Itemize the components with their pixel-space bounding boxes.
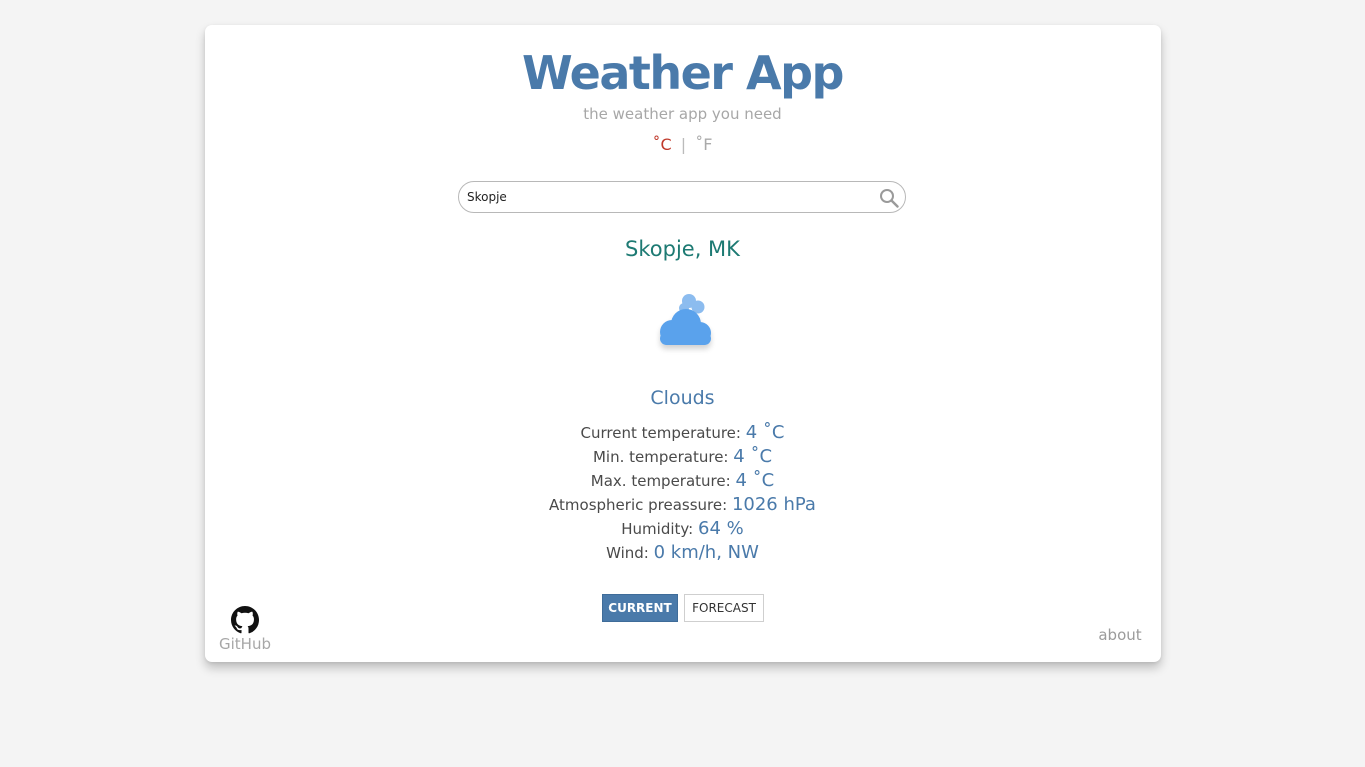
- unit-separator: |: [680, 135, 687, 154]
- city-name: Skopje, MK: [625, 237, 740, 261]
- forecast-button[interactable]: FORECAST: [684, 594, 764, 622]
- stat-min-temperature: Min. temperature: 4 ˚C: [0, 445, 1365, 469]
- stat-label: Current temperature:: [580, 424, 741, 442]
- current-button[interactable]: CURRENT: [602, 594, 678, 622]
- search-box: [458, 181, 906, 213]
- stat-label: Humidity:: [621, 520, 694, 538]
- stat-wind: Wind: 0 km/h, NW: [0, 541, 1365, 565]
- stat-label: Min. temperature:: [592, 448, 729, 466]
- stat-value: 4 ˚C: [745, 422, 785, 443]
- github-link[interactable]: GitHub: [210, 606, 280, 653]
- weather-stats: Current temperature: 4 ˚C Min. temperatu…: [0, 421, 1365, 565]
- stat-label: Max. temperature:: [590, 472, 731, 490]
- stat-label: Wind:: [606, 544, 649, 562]
- github-icon: [231, 606, 259, 634]
- weather-condition: Clouds: [650, 387, 715, 409]
- app-title: Weather App: [522, 46, 844, 100]
- stat-current-temperature: Current temperature: 4 ˚C: [0, 421, 1365, 445]
- unit-toggle: ˚C | ˚F: [0, 134, 1365, 156]
- stat-max-temperature: Max. temperature: 4 ˚C: [0, 469, 1365, 493]
- stat-humidity: Humidity: 64 %: [0, 517, 1365, 541]
- search-input[interactable]: [467, 182, 867, 212]
- stat-value: 0 km/h, NW: [653, 542, 759, 563]
- fahrenheit-toggle[interactable]: ˚F: [695, 135, 712, 154]
- search-icon[interactable]: [879, 188, 899, 208]
- stat-value: 4 ˚C: [733, 446, 773, 467]
- stat-value: 64 %: [698, 518, 744, 539]
- stat-pressure: Atmospheric preassure: 1026 hPa: [0, 493, 1365, 517]
- app-subtitle: the weather app you need: [583, 105, 782, 123]
- stat-value: 4 ˚C: [735, 470, 775, 491]
- stat-label: Atmospheric preassure:: [549, 496, 728, 514]
- cloud-icon: [660, 294, 711, 345]
- github-label: GitHub: [219, 635, 271, 653]
- stat-value: 1026 hPa: [731, 494, 816, 515]
- about-link[interactable]: about: [1090, 625, 1150, 645]
- celsius-toggle[interactable]: ˚C: [653, 135, 672, 154]
